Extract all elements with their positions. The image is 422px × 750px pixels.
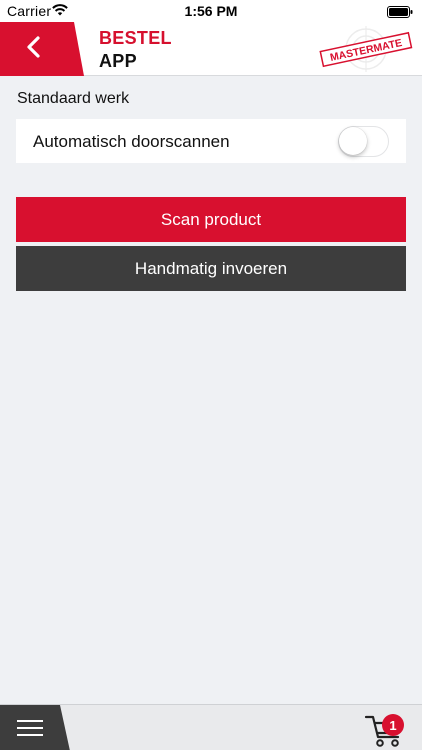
clock-label: 1:56 PM [184, 3, 238, 19]
cart-count-badge: 1 [382, 714, 404, 736]
menu-button[interactable] [14, 717, 46, 739]
status-bar: Carrier 1:56 PM [0, 0, 422, 22]
chevron-left-icon [25, 35, 43, 64]
bottom-bar: 1 [0, 704, 422, 750]
section-label: Standaard werk [17, 90, 130, 107]
hamburger-menu-icon [14, 720, 46, 743]
app-title-line2: APP [99, 51, 137, 71]
app-header: BESTEL APP MASTERMATE [0, 22, 422, 76]
auto-scan-toggle[interactable] [338, 126, 389, 157]
back-button[interactable] [14, 32, 54, 66]
manual-entry-button[interactable]: Handmatig invoeren [16, 246, 406, 291]
scan-product-button[interactable]: Scan product [16, 197, 406, 242]
screen: Carrier 1:56 PM BESTEL APP MASTERMATE St… [0, 0, 422, 750]
auto-scan-row: Automatisch doorscannen [16, 119, 406, 163]
mastermate-logo: MASTERMATE [318, 26, 414, 72]
shopping-cart-icon [364, 715, 408, 750]
battery-icon [387, 5, 413, 21]
toggle-knob [339, 127, 367, 155]
app-title-line1: BESTEL [99, 28, 172, 48]
auto-scan-label: Automatisch doorscannen [33, 132, 230, 151]
